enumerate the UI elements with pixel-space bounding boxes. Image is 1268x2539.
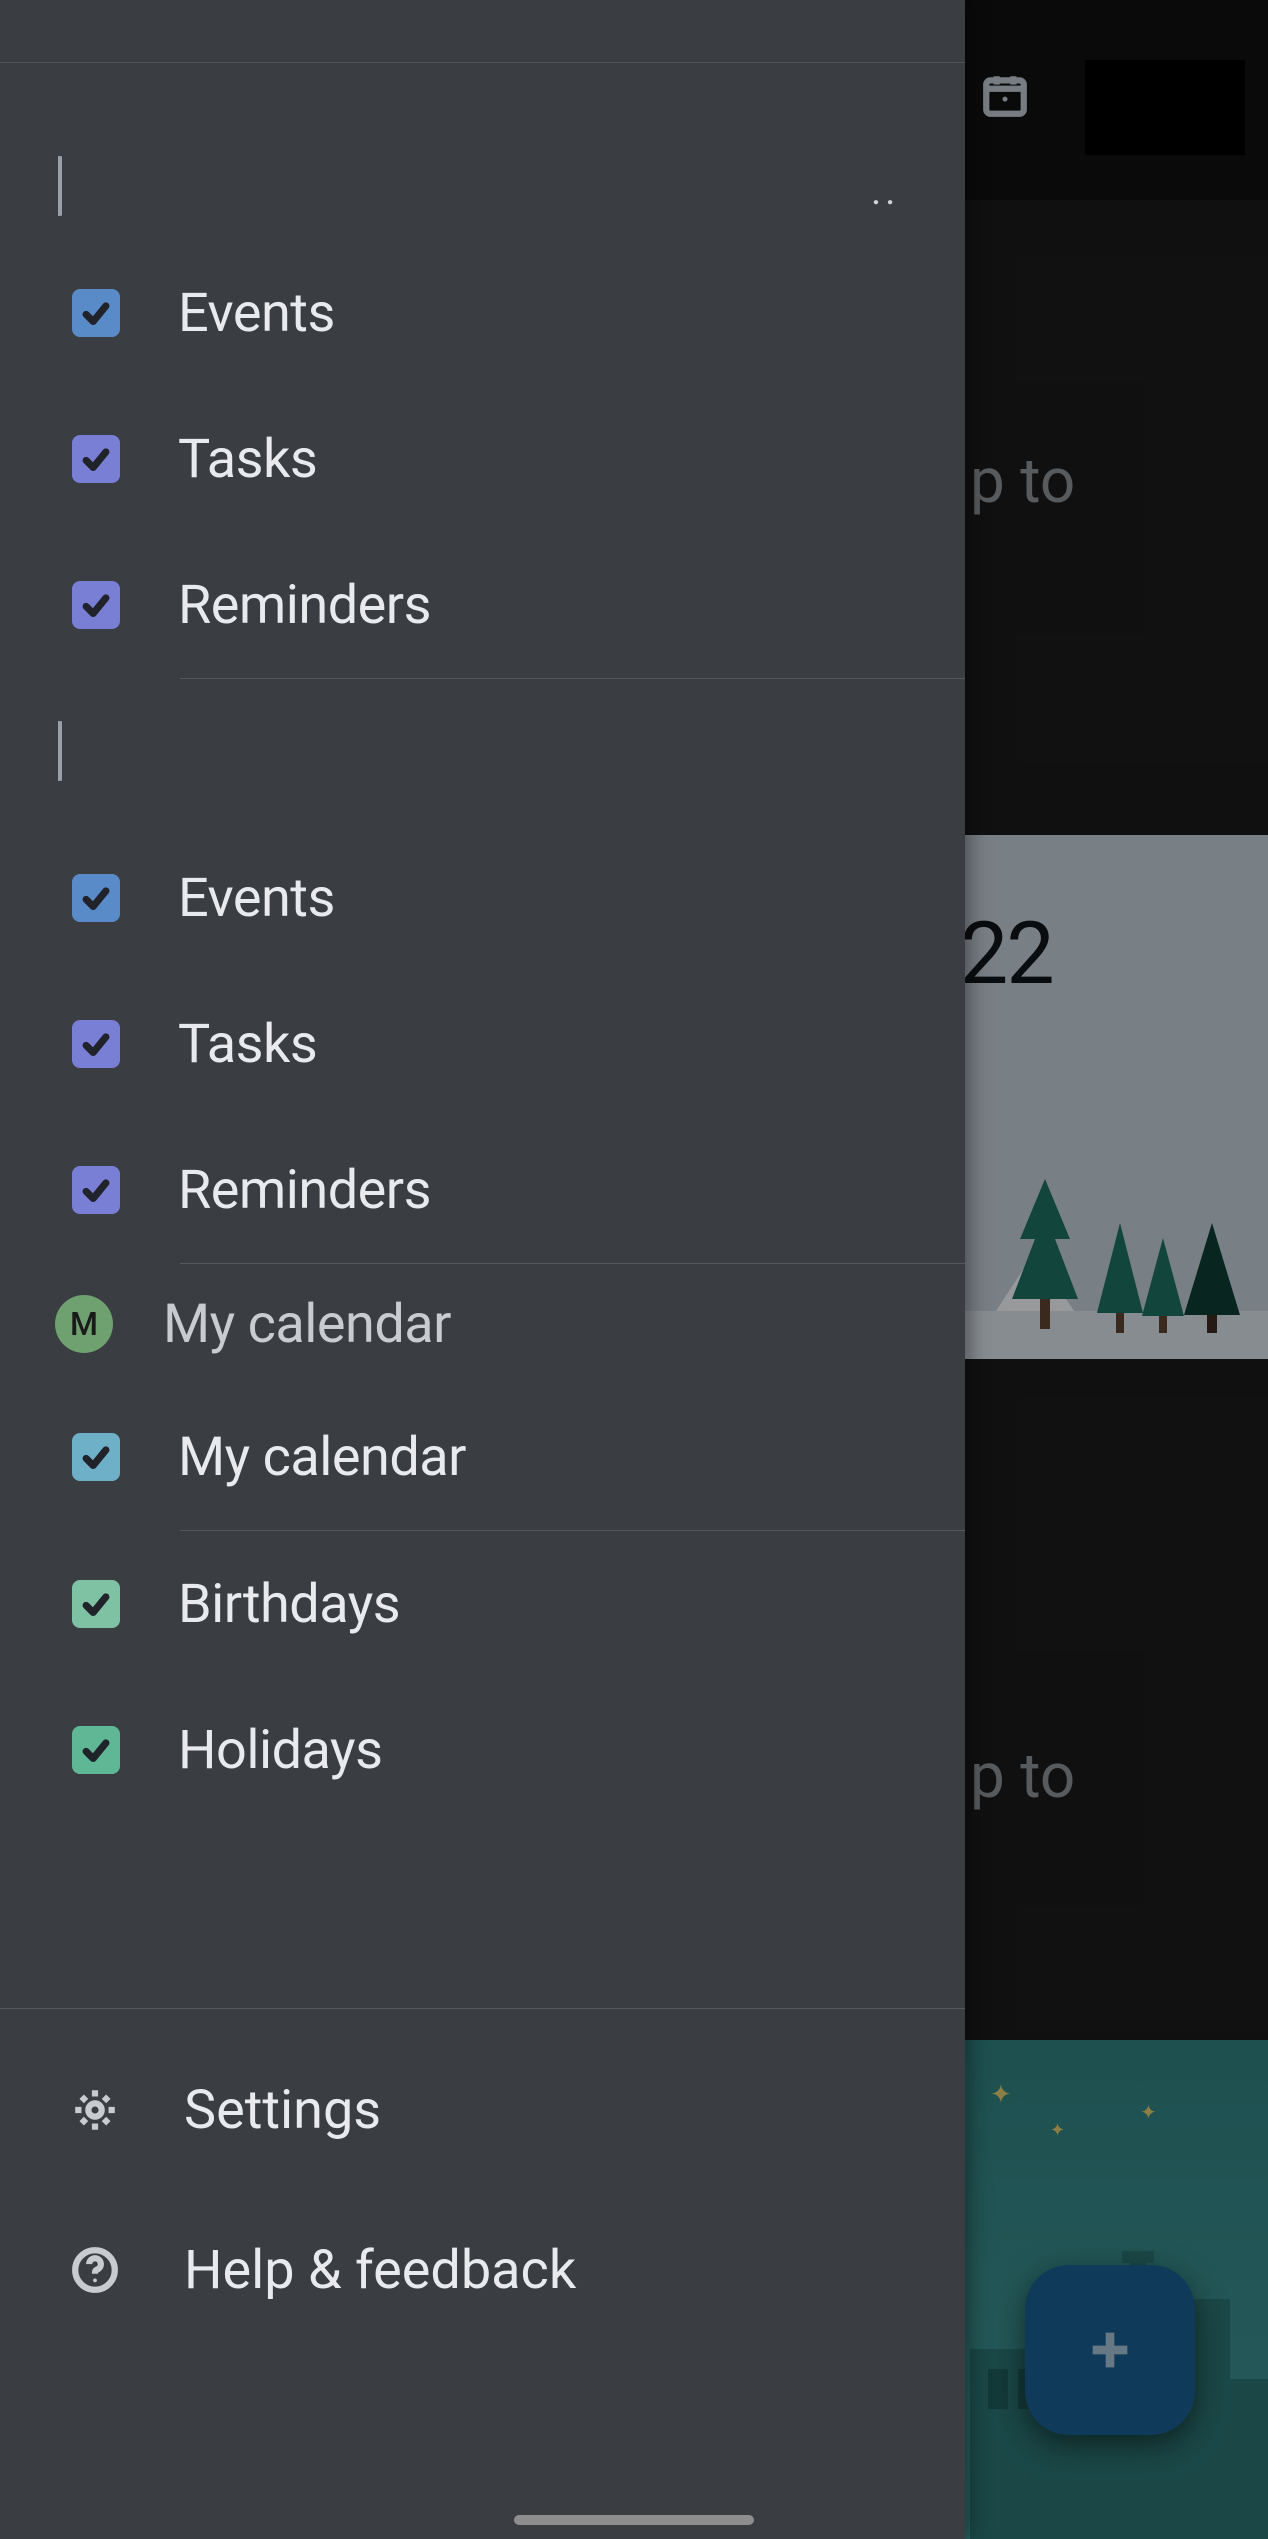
help-icon	[68, 2243, 122, 2297]
checkbox-icon	[72, 1726, 120, 1774]
account-header-my-calendar[interactable]: M My calendar	[0, 1264, 965, 1384]
background-text-fragment: p to	[970, 445, 1075, 518]
calendar-toggle-holidays[interactable]: Holidays	[0, 1677, 965, 1823]
background-text-fragment: p to	[970, 1740, 1075, 1813]
checkbox-icon	[72, 1433, 120, 1481]
calendar-label: Reminders	[178, 1159, 431, 1222]
create-event-fab[interactable]	[1025, 2265, 1195, 2435]
checkbox-icon	[72, 289, 120, 337]
checkbox-icon	[72, 1166, 120, 1214]
navigation-drawer: .. Events Tasks Reminders	[0, 0, 965, 2539]
calendar-toggle-tasks[interactable]: Tasks	[0, 971, 965, 1117]
checkbox-icon	[72, 581, 120, 629]
calendar-label: My calendar	[178, 1426, 466, 1489]
checkbox-icon	[72, 1020, 120, 1068]
calendar-toggle-events[interactable]: Events	[0, 825, 965, 971]
calendar-toggle-my-calendar[interactable]: My calendar	[0, 1384, 965, 1530]
help-feedback-button[interactable]: Help & feedback	[0, 2190, 965, 2350]
calendar-toggle-events[interactable]: Events	[0, 240, 965, 386]
checkbox-icon	[72, 435, 120, 483]
divider	[0, 2008, 965, 2009]
calendar-toggle-birthdays[interactable]: Birthdays	[0, 1531, 965, 1677]
calendar-label: Events	[178, 282, 335, 345]
calendar-toggle-reminders[interactable]: Reminders	[0, 1117, 965, 1263]
redacted-region	[1085, 60, 1245, 155]
calendar-label: Holidays	[178, 1719, 382, 1782]
checkbox-icon	[72, 874, 120, 922]
checkbox-icon	[72, 1580, 120, 1628]
help-label: Help & feedback	[184, 2239, 576, 2302]
calendar-toggle-tasks[interactable]: Tasks	[0, 386, 965, 532]
calendar-toggle-reminders[interactable]: Reminders	[0, 532, 965, 678]
year-text: 22	[960, 903, 1053, 1004]
account-label: My calendar	[163, 1293, 451, 1356]
home-indicator	[514, 2515, 754, 2525]
calendar-label: Events	[178, 867, 335, 930]
today-icon[interactable]	[980, 70, 1030, 120]
settings-button[interactable]: Settings	[0, 2030, 965, 2190]
plus-icon	[1084, 2324, 1136, 2376]
account-avatar-redacted	[58, 721, 82, 781]
calendar-label: Birthdays	[178, 1573, 400, 1636]
gear-icon	[68, 2083, 122, 2137]
calendar-label: Reminders	[178, 574, 431, 637]
calendar-label: Tasks	[178, 1013, 317, 1076]
account-avatar: M	[55, 1295, 113, 1353]
calendar-label: Tasks	[178, 428, 317, 491]
settings-label: Settings	[184, 2079, 381, 2142]
